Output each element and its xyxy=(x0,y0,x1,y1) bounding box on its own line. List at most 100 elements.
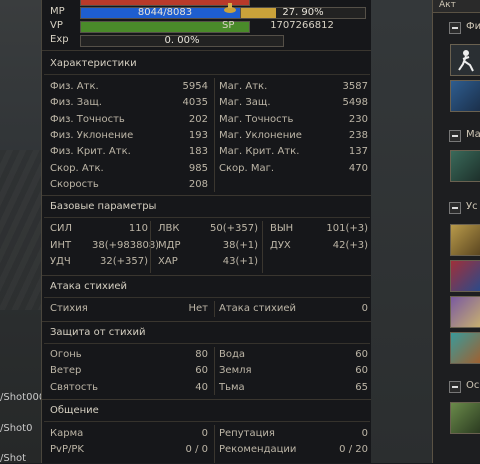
divider xyxy=(44,297,370,298)
stat-label: Физ. Защ. xyxy=(50,97,102,109)
column-divider xyxy=(214,425,215,463)
exp-label: Exp xyxy=(50,34,69,45)
defense-value: 60 xyxy=(195,365,208,377)
divider xyxy=(42,195,372,196)
weight-bar: 27. 90% xyxy=(240,7,366,19)
element-defense-title: Защита от стихий xyxy=(50,327,146,338)
pvp-label: PvP/PK xyxy=(50,444,84,455)
defense-label: Ветер xyxy=(50,365,82,377)
stat-value: 193 xyxy=(188,129,208,141)
chat-line: /Shot0 xyxy=(0,423,33,434)
skill-icon-buff-3[interactable] xyxy=(450,296,480,328)
collapse-icon[interactable] xyxy=(449,202,461,214)
stat-value: 238 xyxy=(348,129,368,141)
stat-value: 4035 xyxy=(182,97,208,109)
divider xyxy=(44,74,370,75)
base-param-value: 110 xyxy=(128,223,148,234)
stat-label: Физ. Точность xyxy=(50,113,125,125)
skill-icon-buff-2[interactable] xyxy=(450,260,480,292)
skill-icon-buff-1[interactable] xyxy=(450,224,480,256)
base-param-label: ВЫН xyxy=(270,223,294,234)
stat-label: Маг. Точность xyxy=(219,113,294,125)
column-divider xyxy=(262,221,263,273)
skill-icon-other[interactable] xyxy=(450,402,480,434)
stat-label: Физ. Атк. xyxy=(50,81,99,92)
column-divider xyxy=(214,347,215,395)
skill-group-label: Ос xyxy=(466,380,480,391)
stat-label: Физ. Крит. Атк. xyxy=(50,146,131,158)
stat-label: Маг. Уклонение xyxy=(219,129,302,141)
characteristics-title: Характеристики xyxy=(50,58,137,69)
skill-icon-magic[interactable] xyxy=(450,150,480,182)
sp-label: SP xyxy=(222,20,235,31)
weight-value: 27. 90% xyxy=(282,7,324,18)
mp-label: MP xyxy=(50,6,65,17)
defense-value: 65 xyxy=(355,381,368,393)
column-divider xyxy=(150,221,151,273)
element-attack-value: 0 xyxy=(361,303,368,314)
base-param-label: ЛВК xyxy=(158,223,180,234)
defense-label: Святость xyxy=(50,381,99,393)
divider xyxy=(44,421,370,422)
collapse-icon[interactable] xyxy=(449,130,461,142)
vp-label: VP xyxy=(50,20,63,31)
skills-panel: Акт Фи Ма Ус Ос xyxy=(432,0,480,463)
base-param-value: 42(+3) xyxy=(332,239,368,251)
base-param-value: 38(+983808) xyxy=(92,239,160,251)
stat-value: 5498 xyxy=(342,97,368,109)
stat-value: 183 xyxy=(188,146,208,158)
karma-value: 0 xyxy=(201,428,208,439)
tab-active-skills[interactable]: Акт xyxy=(433,0,480,13)
karma-label: Карма xyxy=(50,428,84,439)
reputation-value: 0 xyxy=(361,428,368,439)
base-param-value: 38(+1) xyxy=(222,239,258,251)
skill-group-label: Ма xyxy=(466,129,480,140)
skill-icon-run[interactable] xyxy=(450,44,480,76)
pvp-value: 0 / 0 xyxy=(185,444,208,455)
character-status-panel: MP 8044/8083 VP Exp 0. 00% 27. 90% SP 17… xyxy=(41,0,373,463)
collapse-icon[interactable] xyxy=(449,22,461,34)
stat-label: Скор. Маг. xyxy=(219,162,275,174)
divider xyxy=(42,50,372,51)
recommendations-value: 0 / 20 xyxy=(339,444,368,455)
base-param-label: МДР xyxy=(158,239,181,251)
base-param-label: ДУХ xyxy=(270,239,291,251)
stat-label: Маг. Атк. xyxy=(219,81,268,92)
stat-value: 208 xyxy=(188,178,208,190)
stat-value: 5954 xyxy=(182,81,208,92)
base-param-label: ИНТ xyxy=(50,239,72,251)
game-world-strip xyxy=(371,0,432,463)
column-divider xyxy=(214,301,215,317)
exp-value: 0. 00% xyxy=(164,35,200,46)
skill-icon-beast[interactable] xyxy=(450,80,480,112)
divider xyxy=(42,275,372,276)
base-param-label: ХАР xyxy=(158,256,178,267)
divider xyxy=(44,343,370,344)
game-world-stone xyxy=(0,150,44,310)
stat-value: 3587 xyxy=(342,81,368,92)
sp-value: 1707266812 xyxy=(270,20,334,31)
defense-label: Тьма xyxy=(219,381,245,393)
skill-group-label: Фи xyxy=(466,21,480,32)
skill-icon-buff-4[interactable] xyxy=(450,332,480,364)
element-attack-title: Атака стихией xyxy=(50,281,128,292)
defense-value: 80 xyxy=(195,349,208,360)
divider xyxy=(44,217,370,218)
stat-label: Маг. Крит. Атк. xyxy=(219,146,300,158)
defense-value: 60 xyxy=(355,349,368,360)
base-param-value: 50(+357) xyxy=(210,223,258,234)
defense-label: Земля xyxy=(219,365,252,377)
tab-label: Акт xyxy=(439,0,456,10)
chat-line: /Shot xyxy=(0,453,27,464)
stat-label: Скор. Атк. xyxy=(50,162,104,174)
base-param-label: СИЛ xyxy=(50,223,72,234)
element-value: Нет xyxy=(188,303,209,314)
stat-value: 137 xyxy=(348,146,368,158)
collapse-icon[interactable] xyxy=(449,381,461,393)
element-attack-label: Атака стихией xyxy=(219,303,297,314)
column-divider xyxy=(214,78,215,192)
divider xyxy=(42,321,372,322)
skill-group-label: Ус xyxy=(466,201,478,212)
divider xyxy=(42,399,372,400)
stat-value: 985 xyxy=(188,162,208,174)
